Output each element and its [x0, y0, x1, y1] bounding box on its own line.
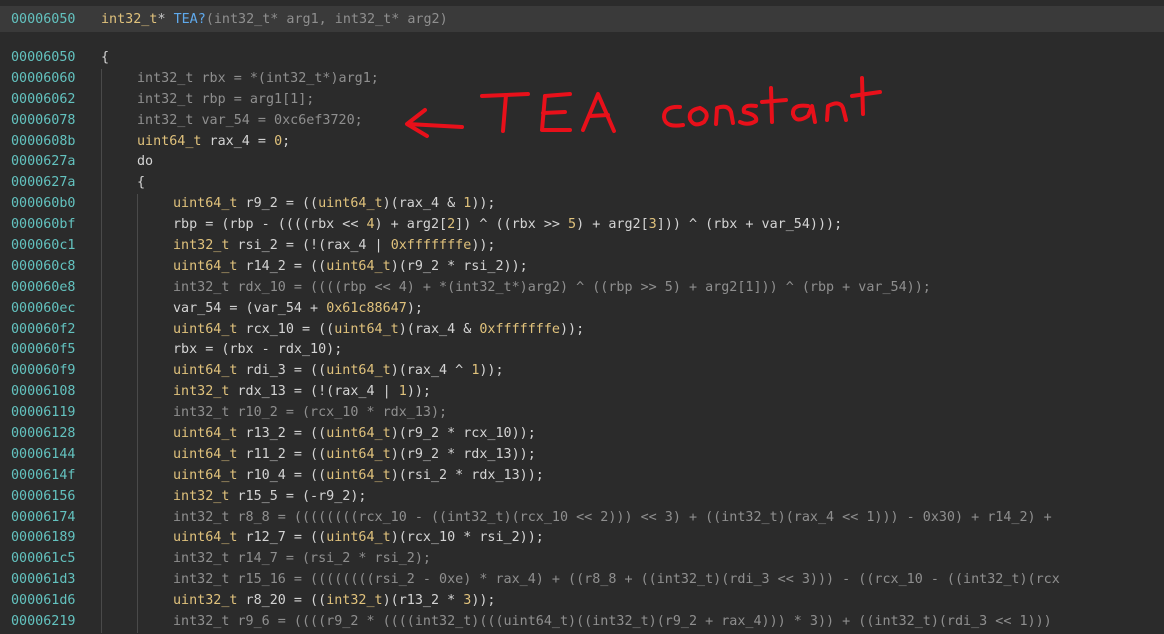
line-code[interactable]: int32_t r9_6 = ((((r9_2 * ((((int32_t)((…	[173, 612, 1052, 633]
code-line[interactable]: 00006108 int32_t rdx_13 = (!(rax_4 | 1));	[0, 382, 1164, 403]
line-code[interactable]: int32_t rsi_2 = (!(rax_4 | 0xfffffffe));	[173, 236, 496, 257]
line-address[interactable]: 000060e8	[11, 278, 76, 299]
code-line[interactable]: 000060f5 rbx = (rbx - rdx_10);	[0, 340, 1164, 361]
line-code[interactable]: int32_t rdx_13 = (!(rax_4 | 1));	[173, 382, 431, 403]
line-address[interactable]: 00006219	[11, 612, 76, 633]
code-line[interactable]: 000060ec var_54 = (var_54 + 0x61c88647);	[0, 299, 1164, 320]
line-code[interactable]: rbx = (rbx - rdx_10);	[173, 340, 342, 361]
code-line[interactable]: 00006189 uint64_t r12_7 = ((uint64_t)(rcx…	[0, 528, 1164, 549]
line-address[interactable]: 000060c8	[11, 257, 76, 278]
code-line[interactable]: 000060c1 int32_t rsi_2 = (!(rax_4 | 0xfff…	[0, 236, 1164, 257]
line-code[interactable]: int32_t rbp = arg1[1];	[137, 90, 314, 111]
line-address[interactable]: 0000627a	[11, 173, 76, 194]
function-header[interactable]: 00006050 int32_t* TEA?(int32_t* arg1, in…	[0, 6, 1164, 32]
code-line[interactable]: 00006062 int32_t rbp = arg1[1];	[0, 90, 1164, 111]
line-address[interactable]: 000061d6	[11, 591, 76, 612]
line-code[interactable]: int32_t r14_7 = (rsi_2 * rsi_2);	[173, 549, 431, 570]
line-code[interactable]: uint64_t r14_2 = ((uint64_t)(r9_2 * rsi_…	[173, 257, 528, 278]
line-code[interactable]: uint64_t r10_4 = ((uint64_t)(rsi_2 * rdx…	[173, 466, 544, 487]
line-code[interactable]: do	[137, 152, 153, 173]
code-line[interactable]: 000060c8 uint64_t r14_2 = ((uint64_t)(r9_…	[0, 257, 1164, 278]
code-line[interactable]: 000060f2 uint64_t rcx_10 = ((uint64_t)(ra…	[0, 320, 1164, 341]
code-line[interactable]: 000061d3 int32_t r15_16 = ((((((((rsi_2 -…	[0, 570, 1164, 591]
code-line[interactable]: 0000608b uint64_t rax_4 = 0;	[0, 132, 1164, 153]
line-code[interactable]: uint64_t rcx_10 = ((uint64_t)(rax_4 & 0x…	[173, 320, 584, 341]
line-address[interactable]: 000060f5	[11, 340, 76, 361]
code-line[interactable]: 00006119 int32_t r10_2 = (rcx_10 * rdx_13…	[0, 403, 1164, 424]
line-code[interactable]: uint64_t rax_4 = 0;	[137, 132, 290, 153]
line-code[interactable]: {	[101, 48, 109, 69]
line-address[interactable]: 00006060	[11, 69, 76, 90]
code-line[interactable]: 000060b0 uint64_t r9_2 = ((uint64_t)(rax_…	[0, 194, 1164, 215]
code-line[interactable]: 000061c5 int32_t r14_7 = (rsi_2 * rsi_2);	[0, 549, 1164, 570]
line-code[interactable]: int32_t rdx_10 = ((((rbp << 4) + *(int32…	[173, 278, 931, 299]
line-address[interactable]: 000060f9	[11, 361, 76, 382]
code-line[interactable]: 000061d6 uint32_t r8_20 = ((int32_t)(r13_…	[0, 591, 1164, 612]
line-address[interactable]: 000060ec	[11, 299, 76, 320]
indent-guide	[137, 194, 138, 634]
function-params: (int32_t* arg1, int32_t* arg2)	[205, 11, 448, 27]
line-address[interactable]: 00006189	[11, 528, 76, 549]
line-code[interactable]: rbp = (rbp - ((((rbx << 4) + arg2[2]) ^ …	[173, 215, 842, 236]
code-line[interactable]: 000060bf rbp = (rbp - ((((rbx << 4) + arg…	[0, 215, 1164, 236]
line-address[interactable]: 00006144	[11, 445, 76, 466]
line-code[interactable]: int32_t r15_5 = (-r9_2);	[173, 487, 367, 508]
line-code[interactable]: uint64_t r11_2 = ((uint64_t)(r9_2 * rdx_…	[173, 445, 536, 466]
line-address[interactable]: 00006174	[11, 508, 76, 529]
line-code[interactable]: int32_t r8_8 = ((((((((rcx_10 - ((int32_…	[173, 508, 1052, 529]
line-code[interactable]: uint32_t r8_20 = ((int32_t)(r13_2 * 3));	[173, 591, 496, 612]
code-line[interactable]: 00006156 int32_t r15_5 = (-r9_2);	[0, 487, 1164, 508]
code-line[interactable]: 000060e8 int32_t rdx_10 = ((((rbp << 4) +…	[0, 278, 1164, 299]
code-line[interactable]: 00006078 int32_t var_54 = 0xc6ef3720;	[0, 111, 1164, 132]
code-line[interactable]: 0000614f uint64_t r10_4 = ((uint64_t)(rsi…	[0, 466, 1164, 487]
code-line[interactable]: 00006174 int32_t r8_8 = ((((((((rcx_10 - …	[0, 508, 1164, 529]
line-code[interactable]: int32_t r10_2 = (rcx_10 * rdx_13);	[173, 403, 447, 424]
code-line[interactable]: 00006219 int32_t r9_6 = ((((r9_2 * ((((in…	[0, 612, 1164, 633]
line-address[interactable]: 00006108	[11, 382, 76, 403]
code-line[interactable]: 000060f9 uint64_t rdi_3 = ((uint64_t)(rax…	[0, 361, 1164, 382]
header-address[interactable]: 00006050	[11, 12, 76, 27]
line-code[interactable]: var_54 = (var_54 + 0x61c88647);	[173, 299, 423, 320]
line-address[interactable]: 00006062	[11, 90, 76, 111]
function-signature[interactable]: int32_t* TEA?(int32_t* arg1, int32_t* ar…	[101, 12, 448, 27]
line-address[interactable]: 0000614f	[11, 466, 76, 487]
code-line[interactable]: 00006144 uint64_t r11_2 = ((uint64_t)(r9_…	[0, 445, 1164, 466]
line-code[interactable]: int32_t var_54 = 0xc6ef3720;	[137, 111, 363, 132]
pointer-star: *	[157, 11, 174, 27]
line-address[interactable]: 000060f2	[11, 320, 76, 341]
line-address[interactable]: 0000608b	[11, 132, 76, 153]
line-code[interactable]: int32_t rbx = *(int32_t*)arg1;	[137, 69, 379, 90]
code-line[interactable]: 00006060 int32_t rbx = *(int32_t*)arg1;	[0, 69, 1164, 90]
function-name[interactable]: TEA?	[174, 12, 206, 27]
line-code[interactable]: uint64_t r13_2 = ((uint64_t)(r9_2 * rcx_…	[173, 424, 536, 445]
line-address[interactable]: 00006128	[11, 424, 76, 445]
line-address[interactable]: 0000627a	[11, 152, 76, 173]
line-address[interactable]: 000060b0	[11, 194, 76, 215]
code-line[interactable]: 0000627a do	[0, 152, 1164, 173]
line-address[interactable]: 00006156	[11, 487, 76, 508]
line-address[interactable]: 000061d3	[11, 570, 76, 591]
code-line[interactable]: 00006128 uint64_t r13_2 = ((uint64_t)(r9_…	[0, 424, 1164, 445]
line-code[interactable]: {	[137, 173, 145, 194]
line-address[interactable]: 000061c5	[11, 549, 76, 570]
code-line[interactable]: 00006050 {	[0, 48, 1164, 69]
line-address[interactable]: 00006078	[11, 111, 76, 132]
decompiled-code[interactable]: 00006050 {00006060 int32_t rbx = *(int32_t…	[0, 48, 1164, 634]
line-address[interactable]: 00006050	[11, 48, 76, 69]
line-code[interactable]: uint64_t r12_7 = ((uint64_t)(rcx_10 * rs…	[173, 528, 544, 549]
line-code[interactable]: int32_t r15_16 = ((((((((rsi_2 - 0xe) * …	[173, 570, 1060, 591]
return-type: int32_t	[101, 11, 158, 27]
code-line[interactable]: 0000627a {	[0, 173, 1164, 194]
line-code[interactable]: uint64_t r9_2 = ((uint64_t)(rax_4 & 1));	[173, 194, 496, 215]
line-code[interactable]: uint64_t rdi_3 = ((uint64_t)(rax_4 ^ 1))…	[173, 361, 504, 382]
line-address[interactable]: 000060bf	[11, 215, 76, 236]
indent-guide	[101, 68, 102, 634]
line-address[interactable]: 000060c1	[11, 236, 76, 257]
line-address[interactable]: 00006119	[11, 403, 76, 424]
